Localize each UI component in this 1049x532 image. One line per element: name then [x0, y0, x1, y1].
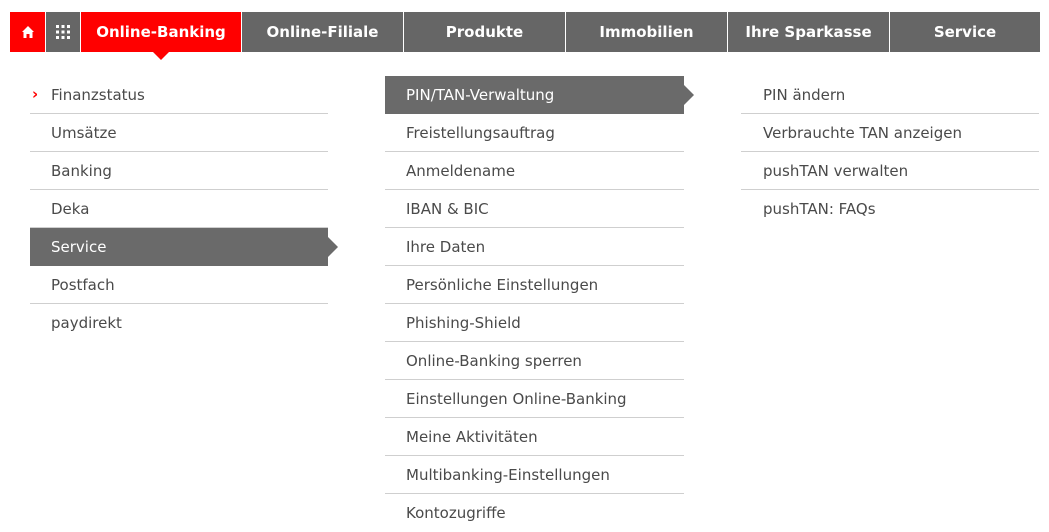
menu-item-freistellungsauftrag[interactable]: Freistellungsauftrag: [385, 114, 684, 152]
nav-online-filiale[interactable]: Online-Filiale: [242, 12, 404, 52]
menu-item-iban-bic[interactable]: IBAN & BIC: [385, 190, 684, 228]
menu-item-label: Multibanking-Einstellungen: [406, 465, 610, 484]
menu-item-umsaetze[interactable]: Umsätze: [30, 114, 328, 152]
menu-column-3: PIN ändern Verbrauchte TAN anzeigen push…: [741, 76, 1039, 228]
active-pointer: [153, 52, 169, 60]
menu-item-label: Persönliche Einstellungen: [406, 275, 599, 294]
menu-item-pushtan-faqs[interactable]: pushTAN: FAQs: [741, 190, 1039, 228]
menu-item-label: Phishing-Shield: [406, 313, 521, 332]
menu-item-pin-tan-verwaltung[interactable]: PIN/TAN-Verwaltung: [385, 76, 694, 114]
menu-item-postfach[interactable]: Postfach: [30, 266, 328, 304]
menu-item-banking[interactable]: Banking: [30, 152, 328, 190]
grid-icon: [56, 25, 70, 39]
nav-online-banking[interactable]: Online-Banking: [81, 12, 242, 60]
home-button[interactable]: [10, 12, 46, 52]
menu-item-label: Verbrauchte TAN anzeigen: [763, 123, 962, 142]
menu-item-phishing-shield[interactable]: Phishing-Shield: [385, 304, 684, 342]
home-icon: [21, 26, 34, 38]
menu-item-label: IBAN & BIC: [406, 199, 489, 218]
menu-item-verbrauchte-tan[interactable]: Verbrauchte TAN anzeigen: [741, 114, 1039, 152]
nav-immobilien[interactable]: Immobilien: [566, 12, 728, 52]
nav-label: Immobilien: [599, 23, 694, 41]
menu-item-einstellungen-online-banking[interactable]: Einstellungen Online-Banking: [385, 380, 684, 418]
nav-service[interactable]: Service: [890, 12, 1040, 52]
menu-item-label: Anmeldename: [406, 161, 516, 180]
menu-item-online-banking-sperren[interactable]: Online-Banking sperren: [385, 342, 684, 380]
menu-item-persoenliche-einstellungen[interactable]: Persönliche Einstellungen: [385, 266, 684, 304]
menu-item-label: PIN ändern: [763, 85, 846, 104]
menu-item-meine-aktivitaeten[interactable]: Meine Aktivitäten: [385, 418, 684, 456]
active-arrow: [684, 84, 694, 105]
chevron-right-icon: ›: [32, 84, 39, 103]
menu-item-label: Ihre Daten: [406, 237, 486, 256]
menu-item-pin-aendern[interactable]: PIN ändern: [741, 76, 1039, 114]
nav-ihre-sparkasse[interactable]: Ihre Sparkasse: [728, 12, 890, 52]
menu-item-ihre-daten[interactable]: Ihre Daten: [385, 228, 684, 266]
menu-item-multibanking-einstellungen[interactable]: Multibanking-Einstellungen: [385, 456, 684, 494]
apps-button[interactable]: [46, 12, 81, 52]
menu-item-label: Einstellungen Online-Banking: [406, 389, 627, 408]
nav-label: Online-Filiale: [266, 23, 379, 41]
menu-item-label: Banking: [51, 161, 112, 180]
menu-item-deka[interactable]: Deka: [30, 190, 328, 228]
active-arrow: [328, 236, 338, 257]
menu-item-pushtan-verwalten[interactable]: pushTAN verwalten: [741, 152, 1039, 190]
menu-item-label: Finanzstatus: [51, 85, 145, 104]
menu-item-label: Meine Aktivitäten: [406, 427, 538, 446]
menu-item-label: Freistellungsauftrag: [406, 123, 555, 142]
main-navigation: Online-Banking Online-Filiale Produkte I…: [10, 12, 1040, 60]
nav-label: Produkte: [445, 23, 524, 41]
menu-item-service[interactable]: Service: [30, 228, 338, 266]
nav-produkte[interactable]: Produkte: [404, 12, 566, 52]
menu-column-2: PIN/TAN-Verwaltung Freistellungsauftrag …: [385, 76, 694, 532]
menu-item-label: pushTAN verwalten: [763, 161, 909, 180]
menu-item-label: paydirekt: [51, 314, 122, 332]
menu-item-anmeldename[interactable]: Anmeldename: [385, 152, 684, 190]
menu-item-kontozugriffe[interactable]: Kontozugriffe: [385, 494, 684, 532]
menu-item-label: Kontozugriffe: [406, 504, 506, 522]
menu-item-label: Postfach: [51, 275, 115, 294]
menu-item-label: Umsätze: [51, 123, 117, 142]
nav-label: Online-Banking: [96, 23, 226, 41]
menu-item-label: PIN/TAN-Verwaltung: [406, 85, 555, 104]
menu-item-label: Deka: [51, 199, 90, 218]
menu-item-label: Online-Banking sperren: [406, 351, 582, 370]
nav-label: Ihre Sparkasse: [745, 23, 872, 41]
nav-label: Service: [933, 23, 997, 41]
menu-item-label: pushTAN: FAQs: [763, 200, 876, 218]
menu-item-finanzstatus[interactable]: › Finanzstatus: [30, 76, 328, 114]
menu-item-paydirekt[interactable]: paydirekt: [30, 304, 328, 342]
menu-item-label: Service: [51, 237, 107, 256]
menu-column-1: › Finanzstatus Umsätze Banking Deka Serv…: [30, 76, 338, 342]
